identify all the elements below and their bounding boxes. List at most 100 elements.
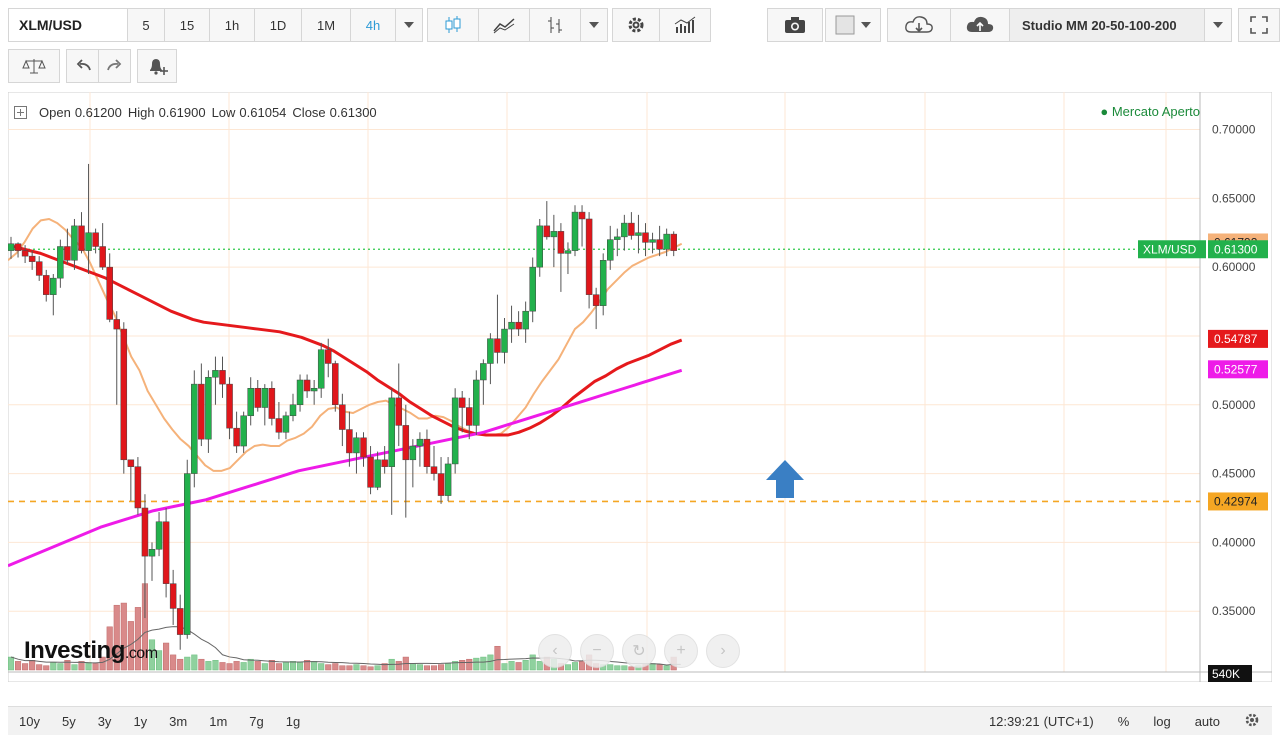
volume-bar bbox=[339, 665, 346, 671]
x-tick-label: 25 bbox=[778, 681, 792, 682]
candle-body bbox=[536, 225, 543, 268]
candle-body bbox=[670, 233, 677, 251]
screenshot-button[interactable] bbox=[767, 8, 823, 42]
indicators-button[interactable] bbox=[659, 8, 711, 42]
fullscreen-button[interactable] bbox=[1238, 8, 1280, 42]
interval-5-button[interactable]: 5 bbox=[127, 8, 165, 42]
candle-body bbox=[92, 232, 99, 247]
interval-4h-button[interactable]: 4h bbox=[350, 8, 396, 42]
y-tick-label: 0.40000 bbox=[1212, 535, 1256, 549]
interval-dropdown-button[interactable] bbox=[395, 8, 423, 42]
volume-bar bbox=[289, 661, 297, 671]
volume-bar bbox=[275, 663, 282, 671]
candle-body bbox=[275, 418, 283, 433]
candle-body bbox=[592, 294, 600, 306]
reset-button[interactable]: ↻ bbox=[622, 634, 656, 668]
candle-body bbox=[261, 387, 269, 408]
timezone-label[interactable]: (UTC+1) bbox=[1044, 714, 1106, 729]
x-tick-label: 29 bbox=[1057, 681, 1071, 682]
price-chart[interactable]: 0.700000.650000.600000.550000.500000.450… bbox=[8, 92, 1272, 682]
interval-1d-button[interactable]: 1D bbox=[254, 8, 302, 42]
scroll-left-button[interactable]: ‹ bbox=[538, 634, 572, 668]
candle-body bbox=[78, 225, 85, 251]
candle-body bbox=[451, 397, 459, 465]
cloud-download-button[interactable] bbox=[887, 8, 951, 42]
candle-body bbox=[325, 349, 332, 364]
range-3m[interactable]: 3m bbox=[158, 714, 198, 729]
volume-bar bbox=[15, 661, 22, 671]
interval-15-button[interactable]: 15 bbox=[164, 8, 210, 42]
range-1y[interactable]: 1y bbox=[122, 714, 158, 729]
candle-body bbox=[310, 387, 318, 392]
x-tick-label: 17 bbox=[222, 681, 236, 682]
low-label: Low bbox=[211, 105, 236, 120]
candle-body bbox=[614, 236, 621, 240]
percent-scale-toggle[interactable]: % bbox=[1106, 714, 1142, 729]
candle-body bbox=[43, 275, 50, 295]
volume-bar bbox=[177, 658, 184, 671]
close-value: 0.61300 bbox=[329, 105, 377, 120]
close-label: Close bbox=[292, 105, 326, 120]
volume-bar bbox=[346, 665, 353, 671]
balance-scale-icon bbox=[22, 59, 46, 74]
auto-scale-toggle[interactable]: auto bbox=[1183, 714, 1232, 729]
candle-body bbox=[28, 255, 36, 262]
zoom-in-button[interactable]: + bbox=[664, 634, 698, 668]
volume-bar bbox=[332, 663, 339, 671]
log-scale-toggle[interactable]: log bbox=[1141, 714, 1182, 729]
range-1g[interactable]: 1g bbox=[275, 714, 311, 729]
range-5y[interactable]: 5y bbox=[51, 714, 87, 729]
price-tag: 0.52577 bbox=[1208, 360, 1268, 379]
y-tick-label: 0.65000 bbox=[1212, 191, 1256, 205]
candle-body bbox=[599, 260, 607, 306]
chart-settings-gear-icon[interactable] bbox=[1232, 712, 1272, 731]
studio-select[interactable]: Studio MM 20-50-100-200 bbox=[1009, 8, 1205, 42]
expand-legend-icon[interactable] bbox=[14, 106, 27, 119]
settings-button[interactable] bbox=[612, 8, 660, 42]
volume-bar bbox=[325, 664, 332, 671]
zoom-out-button[interactable]: − bbox=[580, 634, 614, 668]
volume-bar bbox=[501, 663, 508, 671]
volume-bar bbox=[318, 663, 325, 671]
x-tick-label: 12:00 bbox=[1151, 681, 1181, 682]
area-chart-button[interactable] bbox=[478, 8, 530, 42]
compare-button[interactable] bbox=[8, 49, 60, 83]
candle-body bbox=[85, 232, 92, 251]
volume-bar bbox=[233, 661, 240, 671]
candle-body bbox=[430, 466, 438, 474]
color-picker-button[interactable] bbox=[825, 8, 881, 42]
add-alert-button[interactable] bbox=[137, 49, 177, 83]
volume-bar bbox=[247, 658, 254, 671]
candle-body bbox=[296, 379, 304, 406]
range-7g[interactable]: 7g bbox=[238, 714, 274, 729]
cloud-upload-button[interactable] bbox=[950, 8, 1010, 42]
volume-bar bbox=[438, 664, 445, 671]
symbol-field[interactable]: XLM/USD bbox=[8, 8, 128, 42]
candles-chart-button[interactable] bbox=[427, 8, 479, 42]
volume-bar bbox=[191, 654, 198, 671]
ohlc-legend: Open 0.61200 High 0.61900 Low 0.61054 Cl… bbox=[14, 105, 377, 120]
range-3y[interactable]: 3y bbox=[87, 714, 123, 729]
candle-body bbox=[353, 437, 360, 454]
chart-type-dropdown-button[interactable] bbox=[580, 8, 608, 42]
chevron-left-icon: ‹ bbox=[552, 642, 558, 659]
svg-text:0.52577: 0.52577 bbox=[1214, 362, 1258, 376]
camera-icon bbox=[785, 17, 805, 33]
interval-1h-button[interactable]: 1h bbox=[209, 8, 255, 42]
redo-button[interactable] bbox=[98, 49, 131, 83]
status-dot-icon: ● bbox=[1100, 104, 1109, 119]
volume-bar bbox=[219, 662, 226, 671]
range-10y[interactable]: 10y bbox=[8, 714, 51, 729]
y-tick-label: 0.70000 bbox=[1212, 123, 1256, 137]
range-1m[interactable]: 1m bbox=[198, 714, 238, 729]
interval-1m-button[interactable]: 1M bbox=[301, 8, 351, 42]
bars-chart-button[interactable] bbox=[529, 8, 581, 42]
bottom-toolbar: 10y 5y 3y 1y 3m 1m 7g 1g 12:39:21 (UTC+1… bbox=[8, 706, 1272, 735]
scroll-right-button[interactable]: › bbox=[706, 634, 740, 668]
undo-button[interactable] bbox=[66, 49, 99, 83]
studio-dropdown-button[interactable] bbox=[1204, 8, 1232, 42]
price-tag: 0.54787 bbox=[1208, 329, 1268, 348]
cloud-download-icon bbox=[905, 16, 933, 33]
candle-body bbox=[367, 456, 374, 488]
candle-body bbox=[416, 438, 424, 447]
